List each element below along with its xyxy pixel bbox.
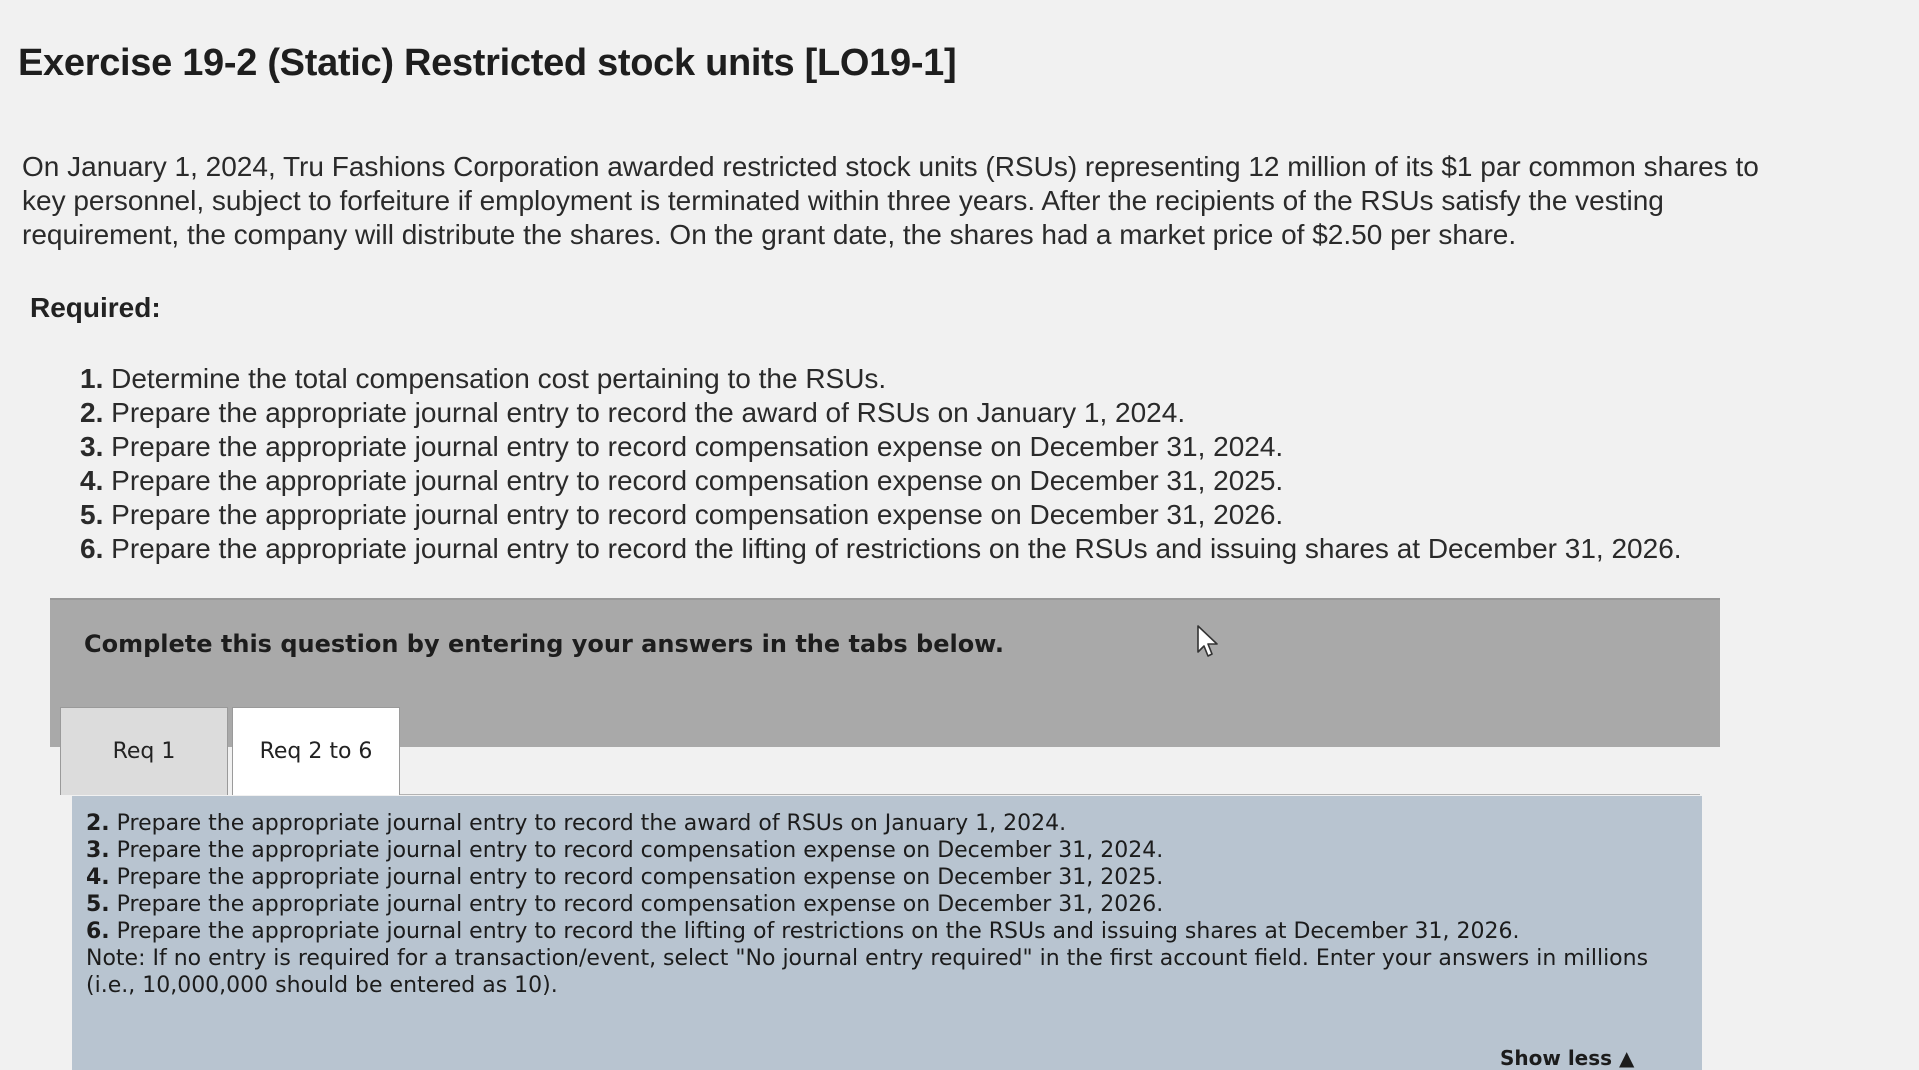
requirement-item: 1. Determine the total compensation cost… <box>80 362 1682 396</box>
panel-line-text: Prepare the appropriate journal entry to… <box>116 865 1164 890</box>
requirement-text: Prepare the appropriate journal entry to… <box>111 465 1284 496</box>
mouse-pointer-icon <box>1197 625 1218 657</box>
panel-line: 2. Prepare the appropriate journal entry… <box>86 810 1686 837</box>
panel-line-number: 5. <box>86 892 110 917</box>
exercise-title: Exercise 19-2 (Static) Restricted stock … <box>18 42 957 84</box>
banner-text: Complete this question by entering your … <box>84 630 1004 658</box>
panel-line-number: 3. <box>86 838 110 863</box>
panel-line-text: Prepare the appropriate journal entry to… <box>116 919 1520 944</box>
requirement-number: 5. <box>80 499 104 530</box>
tab-req-1[interactable]: Req 1 <box>60 707 228 795</box>
show-less-link[interactable]: Show less ▲ <box>1500 1046 1634 1070</box>
panel-note: Note: If no entry is required for a tran… <box>86 946 1649 998</box>
requirement-text: Prepare the appropriate journal entry to… <box>111 431 1284 462</box>
panel-line: 6. Prepare the appropriate journal entry… <box>86 918 1686 945</box>
requirement-number: 6. <box>80 533 104 564</box>
requirement-number: 1. <box>80 363 104 394</box>
panel-line-text: Prepare the appropriate journal entry to… <box>116 892 1164 917</box>
panel-line-text: Prepare the appropriate journal entry to… <box>116 811 1067 836</box>
tab-req-2-to-6[interactable]: Req 2 to 6 <box>232 707 400 795</box>
requirements-panel: 2. Prepare the appropriate journal entry… <box>72 796 1702 1070</box>
panel-line: 3. Prepare the appropriate journal entry… <box>86 837 1686 864</box>
requirement-item: 4. Prepare the appropriate journal entry… <box>80 464 1682 498</box>
requirement-number: 3. <box>80 431 104 462</box>
requirement-number: 4. <box>80 465 104 496</box>
requirement-text: Prepare the appropriate journal entry to… <box>111 533 1682 564</box>
panel-line: 5. Prepare the appropriate journal entry… <box>86 891 1686 918</box>
requirement-number: 2. <box>80 397 104 428</box>
requirement-item: 6. Prepare the appropriate journal entry… <box>80 532 1682 566</box>
requirement-text: Prepare the appropriate journal entry to… <box>111 499 1284 530</box>
panel-line-number: 4. <box>86 865 110 890</box>
panel-line: 4. Prepare the appropriate journal entry… <box>86 864 1686 891</box>
tab-divider <box>400 794 1700 795</box>
requirement-text: Prepare the appropriate journal entry to… <box>111 397 1186 428</box>
requirements-list: 1. Determine the total compensation cost… <box>80 362 1682 566</box>
requirement-item: 3. Prepare the appropriate journal entry… <box>80 430 1682 464</box>
panel-line-number: 2. <box>86 811 110 836</box>
page: Exercise 19-2 (Static) Restricted stock … <box>0 0 1919 1070</box>
panel-line-text: Prepare the appropriate journal entry to… <box>116 838 1164 863</box>
requirement-item: 2. Prepare the appropriate journal entry… <box>80 396 1682 430</box>
requirement-item: 5. Prepare the appropriate journal entry… <box>80 498 1682 532</box>
panel-line-number: 6. <box>86 919 110 944</box>
requirement-text: Determine the total compensation cost pe… <box>111 363 887 394</box>
exercise-intro: On January 1, 2024, Tru Fashions Corpora… <box>22 151 1759 250</box>
panel-text: 2. Prepare the appropriate journal entry… <box>86 810 1686 999</box>
required-label: Required: <box>30 292 161 323</box>
